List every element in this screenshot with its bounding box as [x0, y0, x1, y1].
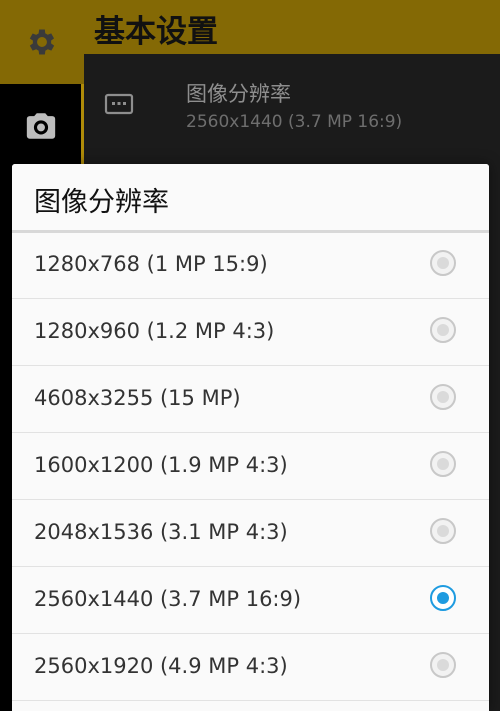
- resolution-option-selected[interactable]: 2560x1440 (3.7 MP 16:9): [12, 568, 489, 634]
- resolution-option[interactable]: 1600x1200 (1.9 MP 4:3): [12, 434, 489, 500]
- option-label: 2560x1920 (4.9 MP 4:3): [34, 654, 288, 678]
- resolution-option[interactable]: 4608x3255 (15 MP): [12, 367, 489, 433]
- option-label: 1600x1200 (1.9 MP 4:3): [34, 453, 288, 477]
- option-label: 1280x768 (1 MP 15:9): [34, 252, 268, 276]
- dialog-header: 图像分辨率: [12, 164, 489, 233]
- radio-button-checked[interactable]: [430, 585, 456, 611]
- option-label: 2560x1440 (3.7 MP 16:9): [34, 587, 302, 611]
- option-label: 2048x1536 (3.1 MP 4:3): [34, 520, 288, 544]
- resolution-option[interactable]: 2560x1920 (4.9 MP 4:3): [12, 635, 489, 701]
- dialog-title: 图像分辨率: [34, 187, 169, 218]
- radio-button[interactable]: [430, 518, 456, 544]
- radio-button[interactable]: [430, 451, 456, 477]
- resolution-option[interactable]: 1280x960 (1.2 MP 4:3): [12, 300, 489, 366]
- resolution-option[interactable]: 1280x768 (1 MP 15:9): [12, 233, 489, 299]
- option-label: 4608x3255 (15 MP): [34, 386, 241, 410]
- option-label: 1280x960 (1.2 MP 4:3): [34, 319, 275, 343]
- radio-button[interactable]: [430, 317, 456, 343]
- radio-button[interactable]: [430, 250, 456, 276]
- radio-button[interactable]: [430, 652, 456, 678]
- resolution-option[interactable]: 2048x1536 (3.1 MP 4:3): [12, 501, 489, 567]
- resolution-dialog: 图像分辨率 1280x768 (1 MP 15:9) 1280x960 (1.2…: [12, 164, 489, 711]
- radio-button[interactable]: [430, 384, 456, 410]
